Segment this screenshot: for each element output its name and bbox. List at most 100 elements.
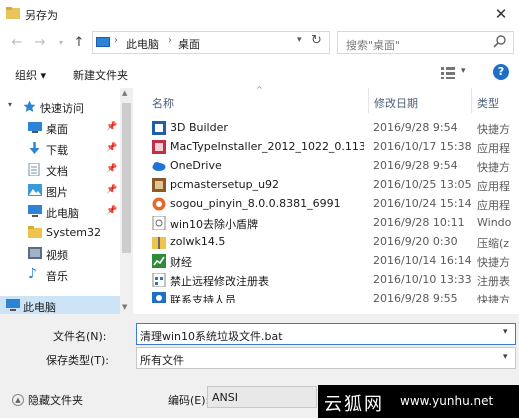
view-options-icon[interactable] — [439, 66, 459, 80]
nav-item-desktop[interactable]: 桌面 📌 — [0, 117, 120, 138]
nav-item-quick-access[interactable]: ▾ 快速访问 — [0, 96, 120, 117]
file-type: 应用程 — [477, 142, 510, 155]
file-row[interactable]: MacTypeInstaller_2012_1022_0.11358... 20… — [140, 137, 519, 156]
recent-locations-chevron-icon[interactable]: ▾ — [52, 35, 70, 51]
file-name: 财经 — [170, 256, 192, 269]
file-type: 应用程 — [477, 199, 510, 212]
new-folder-button[interactable]: 新建文件夹 — [73, 67, 128, 83]
nav-scrollbar-thumb[interactable] — [122, 103, 131, 253]
collapse-up-icon[interactable]: ▲ — [12, 394, 24, 406]
video-icon — [28, 247, 42, 260]
nav-item-documents[interactable]: 文档 📌 — [0, 159, 120, 180]
nav-item-this-pc[interactable]: 此电脑 📌 — [0, 201, 120, 222]
pin-icon: 📌 — [106, 122, 118, 132]
pin-icon: 📌 — [106, 185, 118, 195]
file-date: 2016/10/14 16:14 — [373, 254, 472, 267]
file-date: 2016/9/28 9:54 — [373, 121, 458, 134]
nav-item-pictures[interactable]: 图片 📌 — [0, 180, 120, 201]
nav-item-downloads[interactable]: 下载 📌 — [0, 138, 120, 159]
search-icon[interactable] — [492, 34, 508, 50]
filename-dropdown-icon[interactable]: ▾ — [503, 327, 508, 337]
hide-folders-button[interactable]: 隐藏文件夹 — [28, 392, 83, 408]
breadcrumb-separator-icon: › — [168, 35, 172, 46]
file-type: 注册表 — [477, 275, 510, 288]
file-name: zolwk14.5 — [170, 235, 226, 248]
column-header-type[interactable]: 类型 — [477, 95, 499, 111]
music-icon: ♪ — [28, 266, 37, 282]
scroll-down-icon[interactable]: ▼ — [122, 303, 127, 311]
nav-label: 文档 — [46, 165, 68, 178]
file-name: pcmastersetup_u92 — [170, 178, 280, 191]
nav-label: System32 — [46, 226, 102, 239]
breadcrumb-this-pc[interactable]: 此电脑 — [126, 36, 159, 52]
forward-arrow-icon[interactable]: → — [31, 35, 49, 51]
file-row[interactable]: 财经 2016/10/14 16:14 快捷方 — [140, 251, 519, 270]
window-title: 另存为 — [25, 9, 58, 22]
file-type: 快捷方 — [477, 256, 510, 269]
download-icon — [28, 142, 41, 155]
save-dialog-icon — [6, 7, 20, 19]
nav-item-videos[interactable]: 视频 — [0, 243, 120, 264]
document-icon — [28, 162, 41, 177]
filename-value[interactable]: 清理win10系统垃圾文件.bat — [140, 328, 283, 344]
column-divider[interactable] — [471, 88, 472, 113]
filetype-value[interactable]: 所有文件 — [140, 352, 184, 368]
filename-label: 文件名(N): — [53, 330, 107, 343]
file-type: 快捷方 — [477, 294, 510, 303]
up-arrow-icon[interactable]: ↑ — [70, 35, 88, 51]
nav-label: 音乐 — [46, 270, 68, 283]
encoding-value[interactable]: ANSI — [212, 391, 238, 404]
app-shortcut-icon — [152, 121, 166, 135]
nav-label: 快速访问 — [40, 102, 84, 115]
file-row[interactable]: zolwk14.5 2016/9/20 0:30 压缩(z — [140, 232, 519, 251]
file-row[interactable]: OneDrive 2016/9/28 9:54 快捷方 — [140, 156, 519, 175]
nav-item-music[interactable]: ♪ 音乐 — [0, 264, 120, 285]
refresh-icon[interactable]: ↻ — [311, 33, 322, 48]
file-row[interactable]: 3D Builder 2016/9/28 9:54 快捷方 — [140, 118, 519, 137]
file-name: OneDrive — [170, 159, 222, 172]
file-row[interactable]: sogou_pinyin_8.0.0.8381_6991 2016/10/24 … — [140, 194, 519, 213]
nav-item-system32[interactable]: System32 — [0, 222, 120, 243]
filetype-label: 保存类型(T): — [46, 354, 110, 367]
close-button[interactable]: ✕ — [489, 4, 513, 24]
organize-button[interactable]: 组织 ▾ — [15, 67, 46, 83]
back-arrow-icon[interactable]: ← — [8, 35, 26, 51]
search-placeholder: 搜索"桌面" — [346, 39, 401, 52]
column-header-date[interactable]: 修改日期 — [374, 95, 418, 111]
file-date: 2016/9/28 10:11 — [373, 216, 465, 229]
file-row[interactable]: pcmastersetup_u92 2016/10/25 13:05 应用程 — [140, 175, 519, 194]
breadcrumb-separator-icon: › — [114, 35, 118, 46]
sogou-icon — [152, 197, 166, 211]
column-header-name[interactable]: 名称 — [152, 95, 174, 111]
zip-icon — [152, 235, 166, 249]
scroll-up-icon[interactable]: ▲ — [122, 89, 127, 97]
address-dropdown-icon[interactable]: ▾ — [297, 35, 302, 45]
registry-icon — [152, 272, 166, 288]
nav-label: 此电脑 — [46, 207, 79, 220]
chevron-down-icon[interactable]: ▾ — [8, 100, 12, 109]
setup-icon — [152, 178, 166, 192]
nav-label: 图片 — [46, 186, 68, 199]
filetype-dropdown-icon[interactable]: ▾ — [503, 352, 508, 362]
filetype-select[interactable] — [136, 347, 516, 369]
breadcrumb-desktop[interactable]: 桌面 — [178, 36, 200, 52]
file-date: 2016/9/28 9:54 — [373, 159, 458, 172]
file-name: win10去除小盾牌 — [170, 218, 259, 231]
desktop-icon — [28, 121, 42, 134]
file-type: 快捷方 — [477, 161, 510, 174]
pin-icon: 📌 — [106, 206, 118, 216]
file-row[interactable]: 联系支持人员 2016/9/28 9:55 快捷方 — [140, 289, 519, 303]
star-icon — [23, 100, 36, 113]
file-row[interactable]: 禁止远程修改注册表 2016/10/10 13:33 注册表 — [140, 270, 519, 289]
file-type: 应用程 — [477, 180, 510, 193]
file-row[interactable]: win10去除小盾牌 2016/9/28 10:11 Windo — [140, 213, 519, 232]
computer-icon — [28, 205, 42, 218]
column-divider[interactable] — [368, 88, 369, 113]
nav-item-this-pc-root[interactable]: 此电脑 — [23, 299, 56, 315]
help-icon[interactable]: ? — [493, 64, 509, 80]
view-dropdown-icon[interactable]: ▾ — [461, 66, 466, 76]
script-icon — [152, 215, 166, 231]
watermark-brand: 云狐网 — [324, 394, 384, 415]
file-name: 禁止远程修改注册表 — [170, 275, 269, 288]
nav-label: 桌面 — [46, 123, 68, 136]
